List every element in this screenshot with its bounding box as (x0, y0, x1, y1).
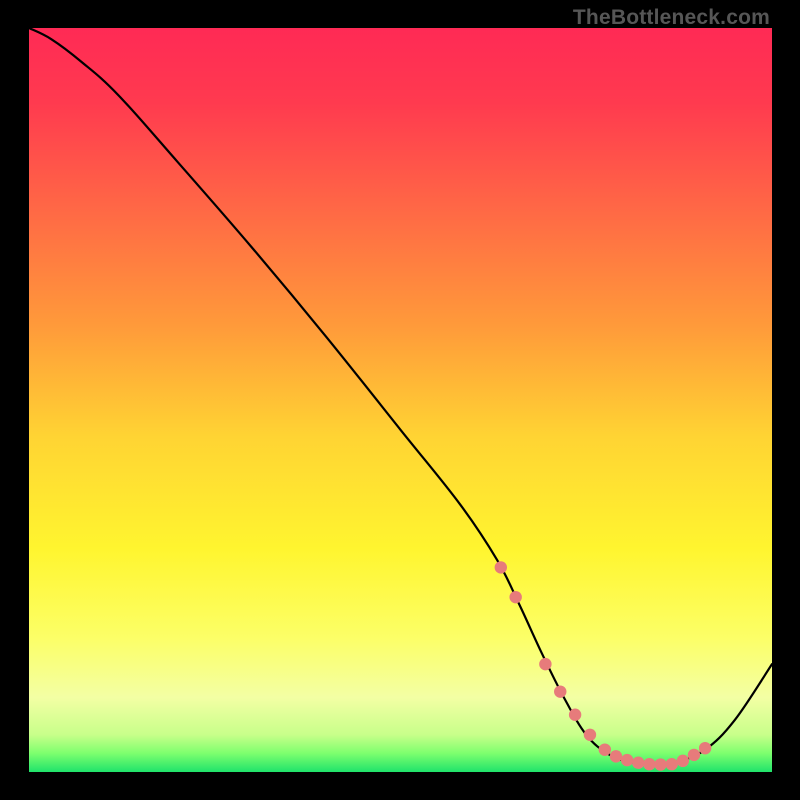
highlight-dot (632, 757, 644, 769)
highlight-dot (554, 685, 566, 697)
highlight-dot (599, 743, 611, 755)
bottleneck-chart (29, 28, 772, 772)
highlight-dot (509, 591, 521, 603)
chart-frame: TheBottleneck.com (0, 0, 800, 800)
highlight-dot (621, 754, 633, 766)
highlight-dot (584, 729, 596, 741)
highlight-dot (677, 755, 689, 767)
chart-background (29, 28, 772, 772)
highlight-dot (688, 749, 700, 761)
highlight-dot (610, 750, 622, 762)
highlight-dot (654, 758, 666, 770)
highlight-dot (643, 758, 655, 770)
highlight-dot (699, 742, 711, 754)
highlight-dot (569, 709, 581, 721)
highlight-dot (495, 561, 507, 573)
highlight-dot (665, 758, 677, 770)
highlight-dot (539, 658, 551, 670)
watermark-text: TheBottleneck.com (573, 6, 770, 30)
